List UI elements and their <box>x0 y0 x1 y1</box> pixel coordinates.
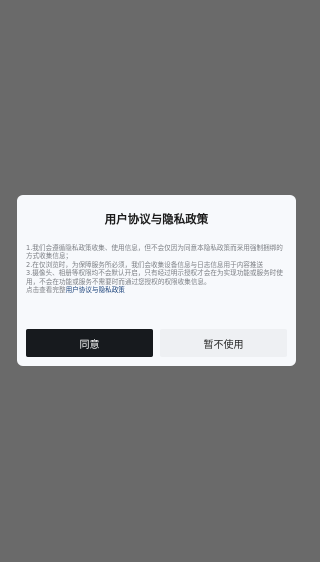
dialog-buttons: 同意 暂不使用 <box>26 329 287 357</box>
dialog-body: 1.我们会遵循隐私政策收集、使用信息，但不会仅因为同意本隐私政策而采用强制捆绑的… <box>26 243 287 323</box>
dialog-title: 用户协议与隐私政策 <box>104 212 209 226</box>
agree-button[interactable]: 同意 <box>26 329 153 357</box>
policy-paragraph-3: 3.摄像头、相册等权限均不会默认开启，只有经过明示授权才会在为实现功能或服务时使… <box>26 269 283 286</box>
privacy-policy-link[interactable]: 用户协议与隐私政策 <box>66 286 125 294</box>
policy-paragraph-2: 2.在仅浏览时，为保障服务所必须，我们会收集设备信息与日志信息用于内容推送 <box>26 260 264 269</box>
policy-paragraph-1: 1.我们会遵循隐私政策收集、使用信息，但不会仅因为同意本隐私政策而采用强制捆绑的… <box>26 244 283 261</box>
decline-button[interactable]: 暂不使用 <box>160 329 287 357</box>
policy-link-line: 点击查看完整用户协议与隐私政策 <box>26 286 287 294</box>
link-prefix: 点击查看完整 <box>26 286 66 295</box>
privacy-dialog: 用户协议与隐私政策 1.我们会遵循隐私政策收集、使用信息，但不会仅因为同意本隐私… <box>17 195 296 366</box>
